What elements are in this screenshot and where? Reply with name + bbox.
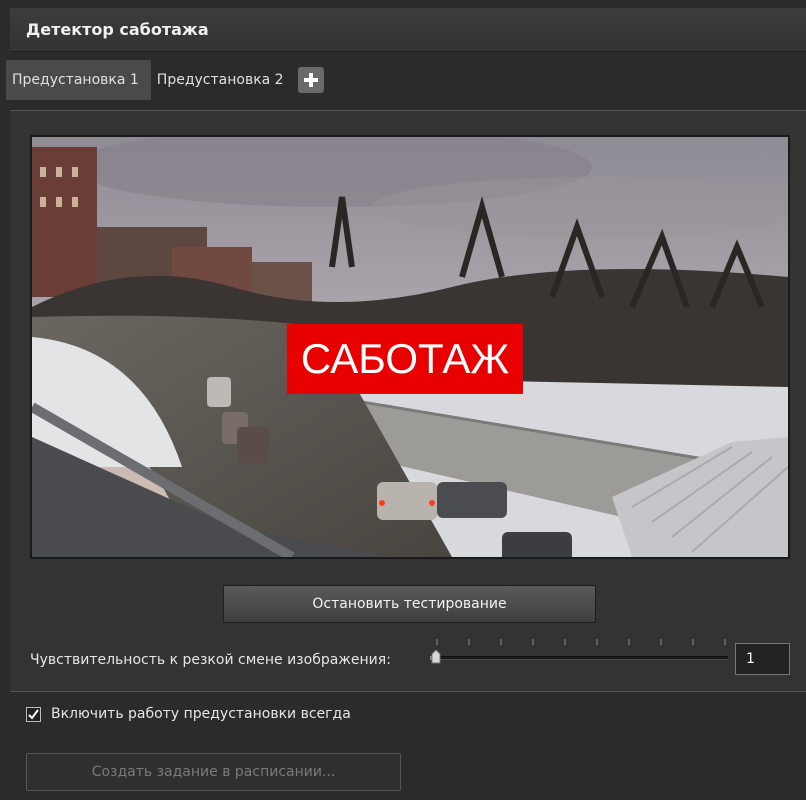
- sabotage-alert-label: САБОТАЖ: [287, 324, 523, 394]
- always-enabled-label: Включить работу предустановки всегда: [51, 706, 351, 722]
- sensitivity-slider[interactable]: [428, 637, 730, 667]
- sensitivity-value-field[interactable]: 1: [735, 643, 790, 675]
- sensitivity-label: Чувствительность к резкой смене изображе…: [30, 652, 391, 668]
- tab-preset-1[interactable]: Предустановка 1: [6, 60, 151, 100]
- stop-testing-button[interactable]: Остановить тестирование: [223, 585, 596, 623]
- sabotage-detector-panel: Детектор саботажа Предустановка 1 Предус…: [0, 0, 806, 800]
- slider-ticks: [436, 639, 726, 645]
- panel-title: Детектор саботажа: [10, 8, 806, 52]
- tab-preset-2[interactable]: Предустановка 2: [151, 60, 296, 100]
- always-enabled-option[interactable]: Включить работу предустановки всегда: [26, 706, 351, 722]
- preset-content: САБОТАЖ Остановить тестирование Чувствит…: [10, 110, 806, 692]
- preset-tabs: Предустановка 1 Предустановка 2: [6, 60, 324, 100]
- add-preset-button[interactable]: [297, 67, 324, 93]
- slider-thumb[interactable]: [431, 650, 441, 664]
- always-enabled-checkbox[interactable]: [26, 706, 41, 722]
- camera-preview: САБОТАЖ: [30, 135, 790, 559]
- slider-track: [430, 656, 728, 660]
- create-schedule-task-button[interactable]: Создать задание в расписании...: [26, 753, 401, 791]
- plus-icon: [303, 73, 318, 87]
- checkmark-icon: [28, 708, 39, 720]
